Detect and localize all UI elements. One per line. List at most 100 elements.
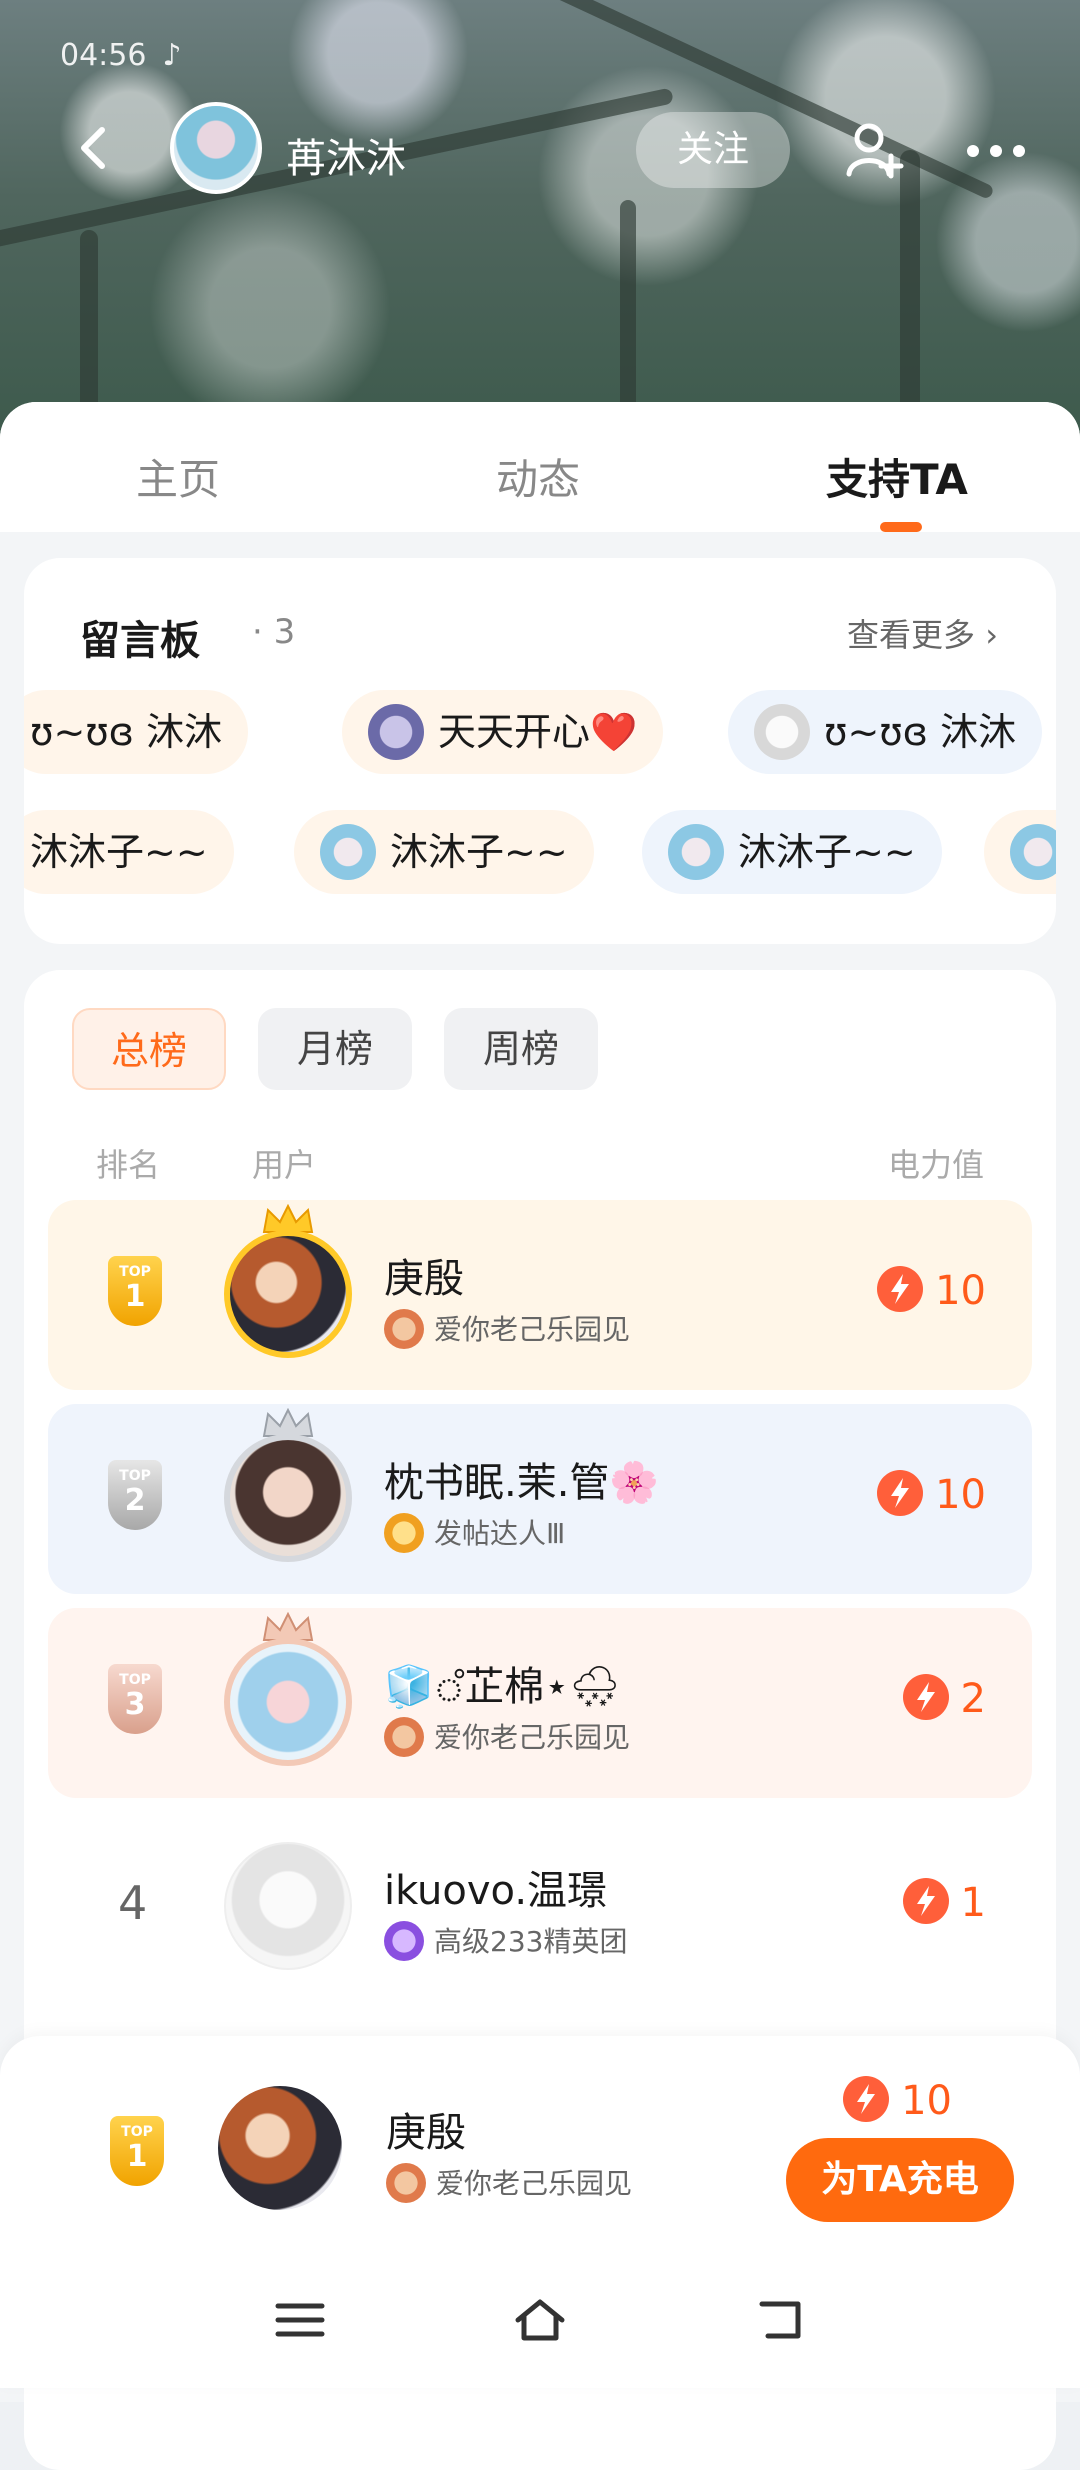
top-bar: 苒沐沐 关注 bbox=[0, 100, 1080, 200]
user-tag-text: 发帖达人Ⅲ bbox=[434, 1517, 566, 1550]
badge-rank-number: 1 bbox=[126, 2139, 148, 2174]
user-tag: 高级233精英团 bbox=[384, 1920, 627, 1961]
back-icon[interactable] bbox=[72, 126, 116, 170]
ranking-row[interactable]: TOP 2 枕书眠.茉.管🌸 发帖达人Ⅲ 10 bbox=[48, 1404, 1032, 1594]
badge-rank-number: 2 bbox=[124, 1483, 146, 1518]
chip-avatar bbox=[668, 823, 724, 880]
user-name: 庚殷 bbox=[384, 1256, 464, 1302]
lightning-icon bbox=[902, 1878, 949, 1924]
message-chip[interactable]: 沐沐子~~ bbox=[642, 810, 942, 894]
tiktok-icon: ♪ bbox=[162, 38, 182, 73]
profile-cover: 04:56 ♪ 苒沐沐 关注 bbox=[0, 0, 1080, 440]
profile-username: 苒沐沐 bbox=[286, 136, 406, 182]
chip-avatar bbox=[320, 823, 376, 880]
ranking-row[interactable]: TOP 1 庚殷 爱你老己乐园见 10 bbox=[48, 1200, 1032, 1390]
charge-button[interactable]: 为TA充电 bbox=[786, 2138, 1014, 2222]
lightning-icon bbox=[877, 1266, 924, 1312]
message-board-card: 留言板 · 3 查看更多 › ʊ~ʊɞ 沐沐 天天开心❤️ ʊ~ʊɞ 沐沐 沐沐… bbox=[24, 558, 1056, 944]
my-tag-text: 爱你老己乐园见 bbox=[436, 2167, 633, 2200]
tag-badge-icon bbox=[384, 1921, 424, 1961]
top-badge-gold: TOP 1 bbox=[108, 1256, 162, 1326]
user-tag-text: 高级233精英团 bbox=[434, 1925, 628, 1958]
user-avatar[interactable] bbox=[224, 1434, 352, 1562]
power-number: 10 bbox=[935, 1268, 986, 1314]
chip-avatar bbox=[1010, 823, 1056, 880]
menu-icon[interactable] bbox=[272, 2294, 328, 2346]
message-chip[interactable]: 沐沐子~~ bbox=[294, 810, 594, 894]
status-time: 04:56 bbox=[60, 38, 147, 73]
message-chip[interactable]: ʊ~ʊɞ 沐沐 bbox=[728, 690, 1043, 774]
tab-activity[interactable]: 动态 bbox=[496, 446, 580, 507]
tab-home[interactable]: 主页 bbox=[136, 446, 220, 507]
chip-avatar bbox=[368, 703, 424, 760]
power-number: 2 bbox=[960, 1676, 986, 1722]
tab-total-ranking[interactable]: 总榜 bbox=[72, 1008, 226, 1090]
ranking-row[interactable]: 4 ikuovo.温璟 高级233精英团 1 bbox=[48, 1812, 1032, 2002]
badge-rank-number: 1 bbox=[124, 1279, 146, 1314]
top-badge-gold: TOP 1 bbox=[110, 2116, 164, 2186]
message-chip[interactable] bbox=[984, 810, 1056, 894]
badge-top-label: TOP bbox=[119, 1468, 151, 1484]
lightning-icon bbox=[877, 1470, 924, 1516]
chip-avatar bbox=[754, 703, 810, 760]
message-chip[interactable]: 沐沐子~~ bbox=[24, 810, 234, 894]
tab-weekly-ranking[interactable]: 周榜 bbox=[444, 1008, 598, 1090]
profile-avatar[interactable] bbox=[170, 102, 262, 194]
rank-number: 4 bbox=[118, 1876, 148, 1930]
profile-tabs: 主页 动态 支持TA bbox=[0, 402, 1080, 532]
lightning-icon bbox=[843, 2076, 890, 2122]
message-chip-text: 沐沐子~~ bbox=[738, 830, 916, 874]
message-chip-text: 天天开心❤️ bbox=[438, 710, 638, 754]
my-power-value: 10 bbox=[843, 2076, 952, 2124]
user-tag: 爱你老己乐园见 bbox=[384, 1716, 630, 1757]
message-board-title: 留言板 bbox=[80, 618, 200, 664]
user-name: 枕书眠.茉.管🌸 bbox=[384, 1460, 660, 1506]
message-board-count: · 3 bbox=[252, 612, 296, 652]
message-chip-text: ʊ~ʊɞ 沐沐 bbox=[30, 710, 223, 754]
user-name: ikuovo.温璟 bbox=[384, 1868, 608, 1914]
system-nav-bar bbox=[0, 2270, 1080, 2370]
message-chip[interactable]: 天天开心❤️ bbox=[342, 690, 664, 774]
my-name: 庚殷 bbox=[386, 2110, 466, 2156]
message-chip[interactable]: ʊ~ʊɞ 沐沐 bbox=[24, 690, 249, 774]
status-bar: 04:56 ♪ bbox=[60, 38, 182, 73]
add-user-icon[interactable] bbox=[845, 120, 905, 180]
badge-top-label: TOP bbox=[119, 1672, 151, 1688]
tag-badge-icon bbox=[384, 1309, 424, 1349]
badge-rank-number: 3 bbox=[124, 1687, 146, 1722]
power-value: 10 bbox=[877, 1470, 986, 1518]
message-chip-text: 沐沐子~~ bbox=[390, 830, 568, 874]
follow-button[interactable]: 关注 bbox=[636, 112, 790, 188]
back-nav-icon[interactable] bbox=[752, 2294, 808, 2346]
column-rank: 排名 bbox=[96, 1146, 161, 1184]
home-icon[interactable] bbox=[512, 2294, 568, 2346]
user-avatar[interactable] bbox=[224, 1230, 352, 1358]
tree-trunk bbox=[80, 230, 98, 430]
user-tag-text: 爱你老己乐园见 bbox=[434, 1313, 631, 1346]
power-number: 1 bbox=[960, 1880, 986, 1926]
message-chip-text: 沐沐子~~ bbox=[30, 830, 208, 874]
top-badge-bronze: TOP 3 bbox=[108, 1664, 162, 1734]
user-avatar[interactable] bbox=[224, 1638, 352, 1766]
tab-support[interactable]: 支持TA bbox=[826, 446, 968, 507]
user-tag: 发帖达人Ⅲ bbox=[384, 1512, 565, 1553]
column-power: 电力值 bbox=[887, 1146, 984, 1184]
power-number: 10 bbox=[935, 1472, 986, 1518]
lightning-icon bbox=[902, 1674, 949, 1720]
tag-badge-icon bbox=[386, 2163, 426, 2203]
more-icon[interactable] bbox=[966, 144, 1026, 158]
my-avatar[interactable] bbox=[216, 2084, 344, 2212]
user-tag-text: 爱你老己乐园见 bbox=[434, 1721, 631, 1754]
see-more-link[interactable]: 查看更多 › bbox=[847, 610, 998, 656]
user-name: 🧊ஂ芷棉⋆🌨 bbox=[384, 1664, 621, 1710]
ranking-row[interactable]: TOP 3 🧊ஂ芷棉⋆🌨 爱你老己乐园见 2 bbox=[48, 1608, 1032, 1798]
tab-monthly-ranking[interactable]: 月榜 bbox=[258, 1008, 412, 1090]
power-value: 2 bbox=[902, 1674, 986, 1722]
user-avatar[interactable] bbox=[224, 1842, 352, 1970]
top-badge-silver: TOP 2 bbox=[108, 1460, 162, 1530]
tag-badge-icon bbox=[384, 1513, 424, 1553]
message-chip-text: ʊ~ʊɞ 沐沐 bbox=[824, 710, 1017, 754]
tab-active-indicator bbox=[880, 522, 922, 532]
tag-badge-icon bbox=[384, 1717, 424, 1757]
power-value: 1 bbox=[902, 1878, 986, 1926]
